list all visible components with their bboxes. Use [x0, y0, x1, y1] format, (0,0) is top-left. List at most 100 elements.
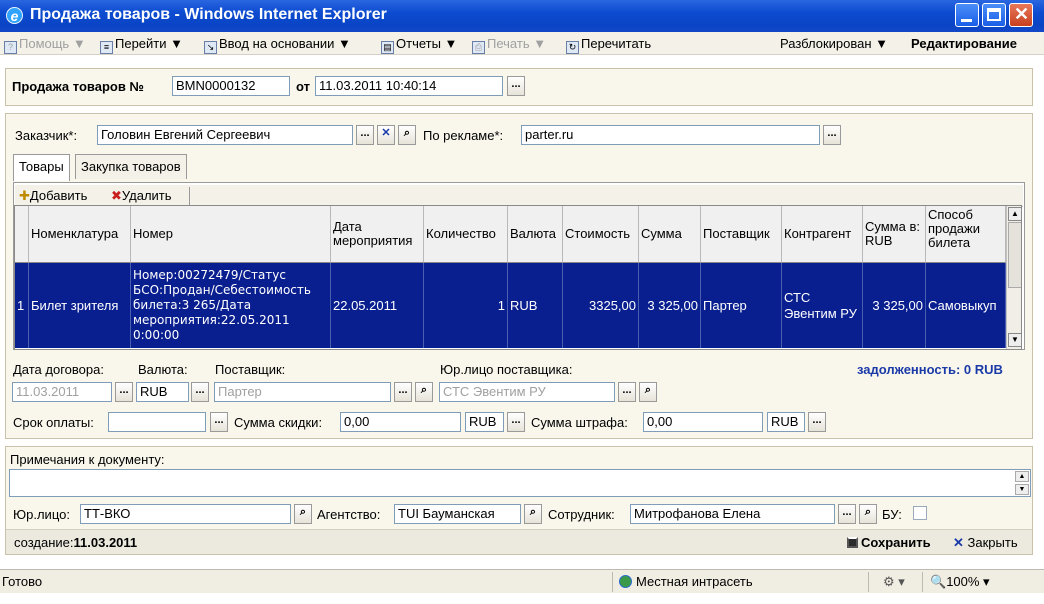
column-header-contractor[interactable]: Контрагент — [782, 206, 863, 263]
footer-bar: создание:11.03.2011 Сохранить ✕ Закрыть — [6, 529, 1032, 554]
save-button[interactable]: Сохранить — [847, 535, 931, 550]
menu-reports[interactable]: ▤ Отчеты ▼ — [381, 36, 457, 54]
date-from-label: от — [296, 79, 310, 94]
penalty-field[interactable]: 0,00 — [643, 412, 763, 432]
doc-number-label: Продажа товаров № — [12, 79, 144, 94]
scroll-up-icon[interactable]: ▲ — [1008, 207, 1021, 221]
column-header-sum[interactable]: Сумма — [639, 206, 701, 263]
contract-date-select-button[interactable]: ... — [115, 382, 133, 402]
notes-scroll-down-icon[interactable]: ▼ — [1015, 484, 1029, 495]
column-header-qty[interactable]: Количество — [424, 206, 508, 263]
ad-source-select-button[interactable]: ... — [823, 125, 841, 145]
employee-select-button[interactable]: ... — [838, 504, 856, 524]
customer-clear-icon[interactable]: ✕ — [377, 125, 395, 145]
employee-field[interactable]: Митрофанова Елена — [630, 504, 835, 524]
notes-scrollbar[interactable]: ▲ ▼ — [1015, 471, 1029, 495]
customer-label: Заказчик*: — [15, 128, 78, 143]
agency-open-icon[interactable]: ⌕ — [524, 504, 542, 524]
entity-field[interactable]: ТТ-ВКО — [80, 504, 291, 524]
protected-mode-icon[interactable]: ⚙ ▾ — [883, 574, 905, 590]
customer-field[interactable]: Головин Евгений Сергеевич — [97, 125, 353, 145]
menu-editing[interactable]: Редактирование — [911, 36, 1017, 51]
goods-grid[interactable]: Номенклатура Номер Дата мероприятия Коли… — [14, 205, 1022, 350]
table-cell-supplier[interactable]: Партер — [701, 263, 782, 348]
discount-currency-select-button[interactable]: ... — [507, 412, 525, 432]
supplier-entity-select-button[interactable]: ... — [618, 382, 636, 402]
doc-date-field[interactable]: 11.03.2011 10:40:14 — [315, 76, 503, 96]
penalty-currency-field[interactable]: RUB — [767, 412, 805, 432]
supplier-entity-field[interactable]: СТС Эвентим РУ — [439, 382, 615, 402]
table-cell-cost[interactable]: 3325,00 — [563, 263, 639, 348]
table-cell-currency[interactable]: RUB — [508, 263, 563, 348]
table-cell-qty[interactable]: 1 — [424, 263, 508, 348]
menu-help[interactable]: ? Помощь ▼ — [4, 36, 86, 54]
contract-date-field[interactable]: 11.03.2011 — [12, 382, 112, 402]
column-header-currency[interactable]: Валюта — [508, 206, 563, 263]
notes-scroll-up-icon[interactable]: ▲ — [1015, 471, 1029, 482]
help-icon: ? — [4, 41, 17, 54]
grid-toolbar: ✚Добавить ✖Удалить — [15, 185, 1023, 207]
currency-select-button[interactable]: ... — [191, 382, 209, 402]
currency-label: Валюта: — [138, 362, 188, 377]
column-header-sale-method[interactable]: Способ продажи билета — [926, 206, 1006, 263]
menu-goto[interactable]: ≡ Перейти ▼ — [100, 36, 183, 54]
penalty-currency-select-button[interactable]: ... — [808, 412, 826, 432]
pay-term-field[interactable] — [108, 412, 206, 432]
notes-field[interactable] — [9, 469, 1031, 497]
zoom-icon: 🔍 — [930, 574, 947, 589]
entity-open-icon[interactable]: ⌕ — [294, 504, 312, 524]
menu-unlocked[interactable]: Разблокирован ▼ — [780, 36, 888, 51]
bu-checkbox[interactable] — [913, 506, 927, 520]
minimize-button[interactable] — [955, 3, 979, 27]
pay-term-select-button[interactable]: ... — [210, 412, 228, 432]
customer-open-icon[interactable]: ⌕ — [398, 125, 416, 145]
discount-currency-field[interactable]: RUB — [465, 412, 504, 432]
customer-select-button[interactable]: ... — [356, 125, 374, 145]
ad-source-field[interactable]: parter.ru — [521, 125, 820, 145]
currency-field[interactable]: RUB — [136, 382, 189, 402]
employee-open-icon[interactable]: ⌕ — [859, 504, 877, 524]
column-header-number[interactable]: Номер — [131, 206, 331, 263]
delete-row-button[interactable]: ✖Удалить — [111, 188, 172, 204]
table-row-index[interactable]: 1 — [15, 263, 29, 348]
column-header-supplier[interactable]: Поставщик — [701, 206, 782, 263]
scroll-down-icon[interactable]: ▼ — [1008, 333, 1021, 347]
maximize-button[interactable] — [982, 3, 1006, 27]
menu-reread[interactable]: ↻ Перечитать — [566, 36, 651, 54]
column-header-cost[interactable]: Стоимость — [563, 206, 639, 263]
agency-label: Агентство: — [317, 507, 381, 522]
column-header-event-date[interactable]: Дата мероприятия — [331, 206, 424, 263]
table-cell-sum-rub[interactable]: 3 325,00 — [863, 263, 926, 348]
table-cell-sale-method[interactable]: Самовыкуп — [926, 263, 1006, 348]
pay-term-label: Срок оплаты: — [13, 415, 94, 430]
penalty-label: Сумма штрафа: — [531, 415, 628, 430]
table-cell-number[interactable]: Номер:00272479/Статус БСО:Продан/Себесто… — [131, 263, 331, 348]
close-window-button[interactable]: ✕ — [1009, 3, 1033, 27]
supplier-select-button[interactable]: ... — [394, 382, 412, 402]
zoom-control[interactable]: 🔍100% ▾ — [930, 574, 990, 590]
menu-print[interactable]: ⎙ Печать ▼ — [472, 36, 546, 54]
tab-goods[interactable]: Товары — [13, 154, 70, 181]
date-select-button[interactable]: ... — [507, 76, 525, 96]
close-button[interactable]: ✕ Закрыть — [953, 535, 1018, 551]
supplier-field[interactable]: Партер — [214, 382, 391, 402]
supplier-open-icon[interactable]: ⌕ — [415, 382, 433, 402]
supplier-entity-open-icon[interactable]: ⌕ — [639, 382, 657, 402]
tab-purchase[interactable]: Закупка товаров — [75, 154, 187, 179]
doc-number-field[interactable]: BMN0000132 — [172, 76, 290, 96]
status-divider — [922, 572, 923, 592]
table-cell-contractor[interactable]: СТС Эвентим РУ — [782, 263, 863, 348]
add-row-button[interactable]: ✚Добавить — [19, 188, 87, 204]
table-cell-event-date[interactable]: 22.05.2011 — [331, 263, 424, 348]
column-header-nomenclature[interactable]: Номенклатура — [29, 206, 131, 263]
table-cell-nomenclature[interactable]: Билет зрителя — [29, 263, 131, 348]
agency-field[interactable]: TUI Бауманская — [394, 504, 521, 524]
scroll-thumb[interactable] — [1008, 222, 1021, 288]
column-header-sum-rub[interactable]: Сумма в: RUB — [863, 206, 926, 263]
discount-field[interactable]: 0,00 — [340, 412, 461, 432]
grid-scrollbar[interactable]: ▲ ▼ — [1006, 206, 1021, 349]
table-cell-sum[interactable]: 3 325,00 — [639, 263, 701, 348]
delete-icon: ✖ — [111, 188, 122, 203]
contract-date-label: Дата договора: — [13, 362, 104, 377]
menu-enter-based[interactable]: ↘ Ввод на основании ▼ — [204, 36, 351, 54]
